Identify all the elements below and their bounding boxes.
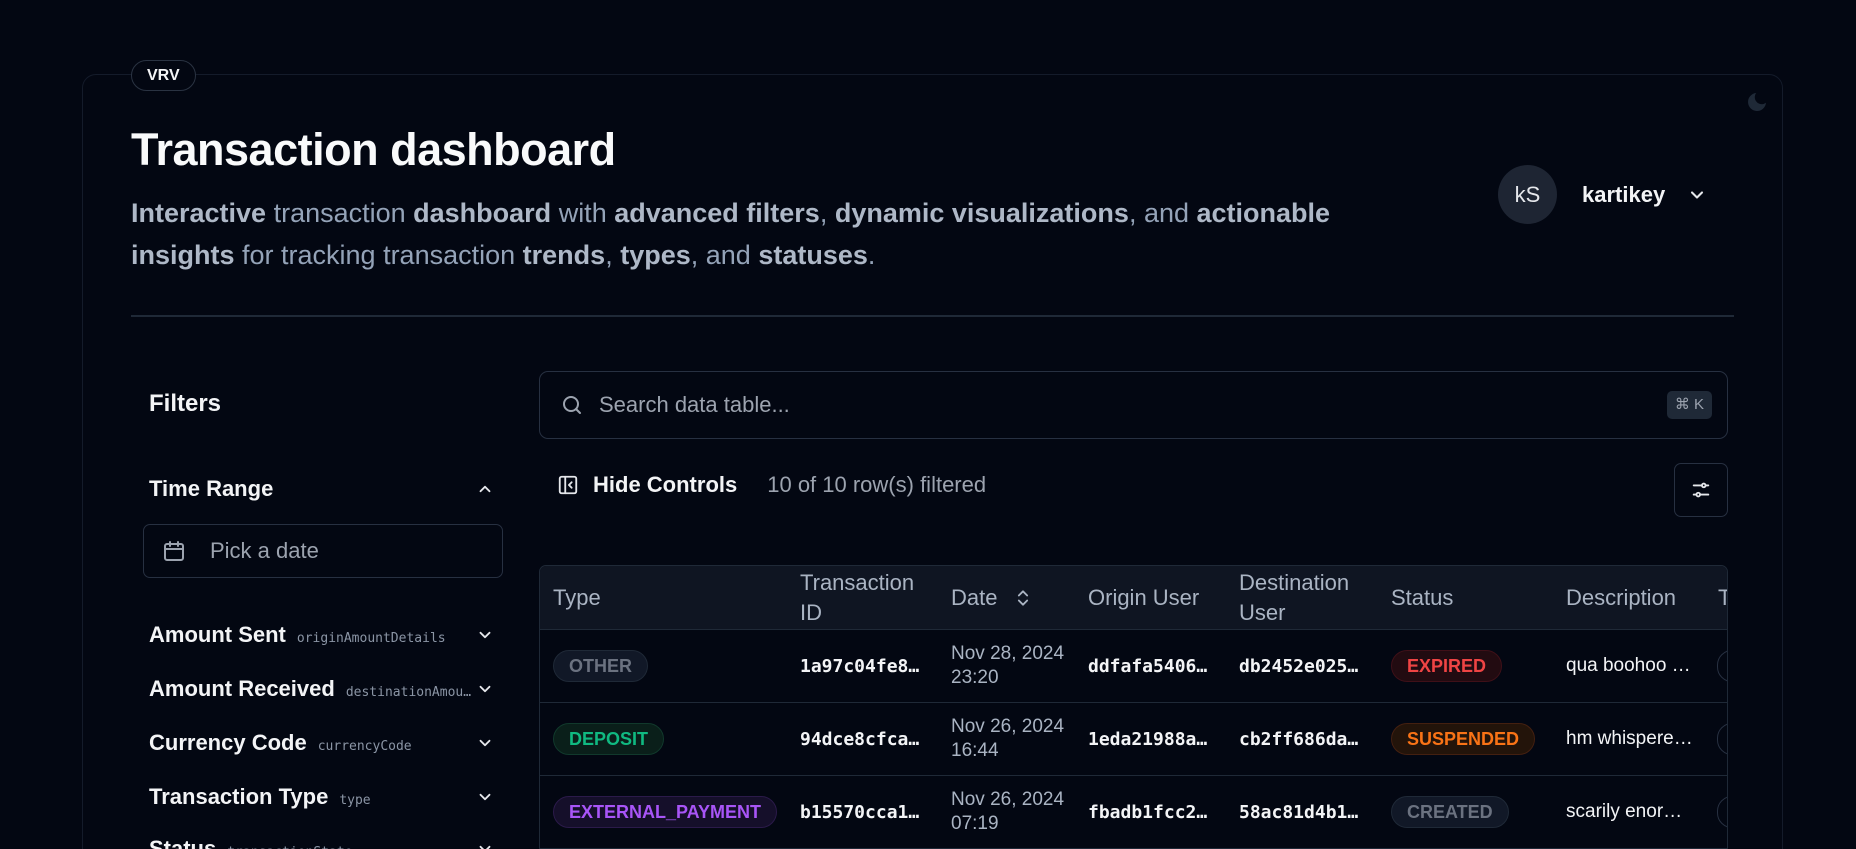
- page-subtitle: Interactive transaction dashboard with a…: [131, 198, 1331, 270]
- table-row[interactable]: DEPOSIT 94dce8cfca… Nov 26, 2024 16:44 1…: [540, 703, 1727, 776]
- username: kartikey: [1582, 181, 1666, 207]
- date-cell: Nov 26, 2024 07:19: [951, 789, 1065, 834]
- chevron-down-icon: [479, 685, 491, 693]
- filter-key: transactionState: [227, 845, 352, 849]
- filter-label: Time Range: [149, 476, 274, 501]
- filter-key: type: [339, 793, 371, 808]
- view-options-button[interactable]: [1674, 463, 1728, 517]
- keyboard-shortcut-badge: ⌘ K: [1666, 391, 1712, 419]
- chevron-down-icon: [1691, 190, 1704, 199]
- type-badge: OTHER: [553, 650, 648, 682]
- row-count: 10 of 10 row(s) filtered: [767, 472, 987, 497]
- date-picker-placeholder: Pick a date: [210, 538, 319, 563]
- filter-label: Amount Received: [149, 676, 335, 701]
- search-icon: [563, 396, 581, 414]
- page-header: Transaction dashboard Interactive transa…: [131, 120, 1411, 276]
- transactions-table: Type Transaction ID Date Origin User Des…: [539, 565, 1728, 849]
- chevron-down-icon: [479, 739, 491, 747]
- origin-user-cell: fbadb1fcc2…: [1088, 801, 1208, 823]
- truncated-cell-badge: [1717, 796, 1727, 828]
- filter-status[interactable]: Status transactionState: [149, 836, 494, 849]
- filter-time-range[interactable]: Time Range: [149, 476, 494, 502]
- chevron-down-icon: [479, 845, 491, 849]
- date-cell: Nov 28, 2024 23:20: [951, 643, 1065, 688]
- filter-label: Status: [149, 836, 217, 849]
- column-header-date[interactable]: Date: [951, 566, 1033, 630]
- column-header-destination-user[interactable]: Destination User: [1239, 566, 1369, 630]
- panel-collapse-icon: [558, 475, 578, 495]
- column-header-description[interactable]: Description: [1566, 566, 1676, 630]
- column-header-transaction-id[interactable]: Transaction ID: [800, 566, 930, 630]
- filter-label: Transaction Type: [149, 784, 329, 809]
- column-header-status[interactable]: Status: [1391, 566, 1453, 630]
- origin-user-cell: ddfafa5406…: [1088, 655, 1208, 677]
- search-input[interactable]: [599, 392, 1599, 418]
- destination-user-cell: db2452e025…: [1239, 655, 1359, 677]
- column-header-type[interactable]: Type: [553, 566, 601, 630]
- filters-title: Filters: [149, 390, 222, 417]
- status-badge: EXPIRED: [1391, 650, 1503, 682]
- transaction-id-cell: 1a97c04fe8…: [800, 655, 920, 677]
- user-menu[interactable]: kS kartikey: [1498, 165, 1707, 224]
- origin-user-cell: 1eda21988a…: [1088, 728, 1208, 750]
- destination-user-cell: 58ac81d4b1…: [1239, 801, 1359, 823]
- hide-controls-button[interactable]: Hide Controls: [557, 472, 737, 498]
- filter-label: Amount Sent: [149, 622, 286, 647]
- truncated-cell-badge: [1717, 650, 1727, 682]
- sliders-icon: [1692, 482, 1710, 498]
- filter-key: originAmountDetails: [296, 631, 446, 646]
- destination-user-cell: cb2ff686da…: [1239, 728, 1359, 750]
- page-title: Transaction dashboard: [131, 124, 616, 175]
- filter-label: Currency Code: [149, 730, 307, 755]
- filter-key: destinationAmountDetails: [345, 685, 474, 700]
- chevron-down-icon: [479, 631, 491, 639]
- brand-badge: VRV: [131, 60, 196, 91]
- avatar: kS: [1498, 165, 1557, 224]
- date-cell: Nov 26, 2024 16:44: [951, 716, 1065, 761]
- filter-amount-sent[interactable]: Amount Sent originAmountDetails: [149, 622, 494, 648]
- table-row[interactable]: EXTERNAL_PAYMENT b15570cca1… Nov 26, 202…: [540, 776, 1727, 849]
- description-cell: scarily enor…: [1566, 801, 1683, 822]
- header-divider: [131, 315, 1734, 317]
- filter-currency-code[interactable]: Currency Code currencyCode: [149, 730, 494, 756]
- calendar-icon: [164, 541, 184, 561]
- status-badge: CREATED: [1391, 796, 1509, 828]
- table-controls-row: Hide Controls 10 of 10 row(s) filtered: [557, 472, 986, 498]
- moon-icon[interactable]: [1745, 90, 1769, 114]
- filter-amount-received[interactable]: Amount Received destinationAmountDetails: [149, 676, 494, 702]
- truncated-cell-badge: [1717, 723, 1727, 755]
- column-header-truncated[interactable]: T: [1718, 566, 1727, 630]
- filter-transaction-type[interactable]: Transaction Type type: [149, 784, 494, 810]
- chevron-up-icon: [479, 485, 491, 493]
- search-bar: ⌘ K: [539, 371, 1728, 439]
- table-row[interactable]: OTHER 1a97c04fe8… Nov 28, 2024 23:20 ddf…: [540, 630, 1727, 703]
- description-cell: qua boohoo …: [1566, 655, 1691, 676]
- description-cell: hm whispere…: [1566, 728, 1693, 749]
- sort-icon[interactable]: [1013, 588, 1033, 608]
- status-badge: SUSPENDED: [1391, 723, 1536, 755]
- type-badge: DEPOSIT: [553, 723, 665, 755]
- transaction-id-cell: b15570cca1…: [800, 801, 920, 823]
- type-badge: EXTERNAL_PAYMENT: [553, 796, 778, 828]
- chevron-down-icon: [479, 793, 491, 801]
- hide-controls-label: Hide Controls: [593, 472, 738, 497]
- column-header-origin-user[interactable]: Origin User: [1088, 566, 1199, 630]
- filter-key: currencyCode: [317, 739, 412, 754]
- table-header: Type Transaction ID Date Origin User Des…: [540, 566, 1727, 630]
- transaction-id-cell: 94dce8cfca…: [800, 728, 920, 750]
- column-header-date-label: Date: [951, 585, 998, 610]
- date-picker-button[interactable]: Pick a date: [143, 524, 503, 578]
